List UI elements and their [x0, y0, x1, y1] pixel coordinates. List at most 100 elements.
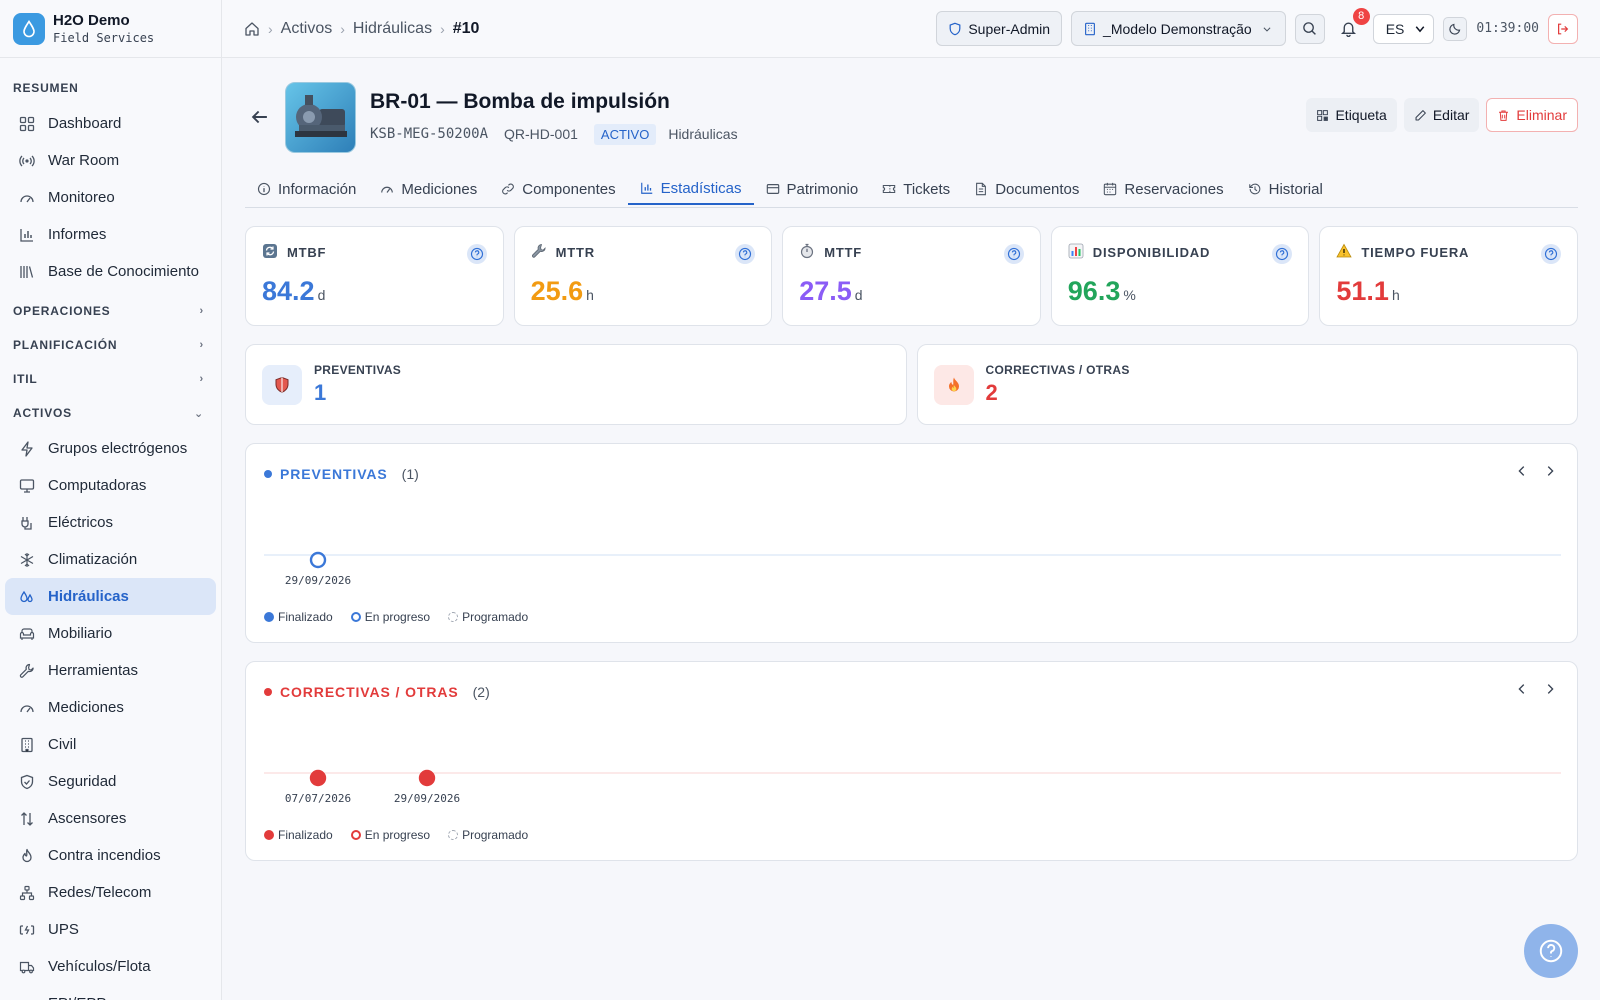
tab-informacion[interactable]: Información — [245, 173, 368, 205]
sidebar-item-ups[interactable]: UPS — [5, 911, 216, 948]
sidebar-item-informes[interactable]: Informes — [5, 216, 216, 253]
chevron-right-icon[interactable] — [1543, 682, 1557, 696]
section-itil[interactable]: ITIL › — [0, 362, 221, 396]
link-icon — [501, 182, 515, 196]
sidebar-item-herramientas[interactable]: Herramientas — [5, 652, 216, 689]
kpi-unit: % — [1123, 287, 1136, 303]
asset-photo — [285, 81, 356, 153]
section-planificacion[interactable]: PLANIFICACIÓN › — [0, 328, 221, 362]
fire-icon — [933, 364, 974, 405]
tab-historial[interactable]: Historial — [1236, 173, 1335, 205]
breadcrumb: › Activos › Hidráulicas › #10 — [244, 20, 479, 38]
section-activos[interactable]: ACTIVOS ⌄ — [0, 396, 221, 430]
sidebar-item-civil[interactable]: Civil — [5, 726, 216, 763]
section-operaciones[interactable]: OPERACIONES › — [0, 294, 221, 328]
chevron-left-icon[interactable] — [1515, 682, 1529, 696]
back-arrow-icon[interactable] — [249, 106, 271, 128]
sidebar-item-ascensores[interactable]: Ascensores — [5, 800, 216, 837]
tenant-selector[interactable]: _Modelo Demonstração — [1071, 11, 1286, 46]
bar-chart-icon — [1068, 243, 1084, 262]
label-button[interactable]: Etiqueta — [1306, 98, 1397, 132]
search-button[interactable] — [1294, 13, 1325, 44]
chevron-left-icon[interactable] — [1515, 464, 1529, 478]
sidebar-item-seguridad[interactable]: Seguridad — [5, 763, 216, 800]
language-select[interactable]: ES — [1372, 13, 1435, 44]
timeline-event-marker[interactable] — [309, 551, 327, 569]
home-icon[interactable] — [244, 21, 260, 37]
ring-dot-icon — [350, 830, 361, 840]
corrective-count-card: CORRECTIVAS / OTRAS 2 — [916, 344, 1578, 425]
timeline-preventivas: PREVENTIVAS (1) 29/09/2026 Finalizado En… — [245, 443, 1578, 643]
sidebar-item-vehiculos-flota[interactable]: Vehículos/Flota — [5, 948, 216, 985]
sidebar-item-mediciones[interactable]: Mediciones — [5, 689, 216, 726]
sidebar-item-hidraulicas[interactable]: Hidráulicas — [5, 578, 216, 615]
kpi-value-wrap: 96.3% — [1068, 276, 1293, 307]
sidebar-item-contra-incendios[interactable]: Contra incendios — [5, 837, 216, 874]
sidebar-item-climatizacion[interactable]: Climatización — [5, 541, 216, 578]
tab-documentos[interactable]: Documentos — [962, 173, 1091, 205]
help-icon[interactable] — [466, 244, 487, 264]
document-icon — [974, 182, 988, 196]
sidebar-item-label: Dashboard — [48, 115, 122, 132]
theme-toggle[interactable] — [1443, 16, 1468, 41]
sidebar-item-war-room[interactable]: War Room — [5, 142, 216, 179]
tab-mediciones[interactable]: Mediciones — [368, 173, 489, 205]
kpi-value: 27.5 — [799, 276, 852, 306]
help-icon[interactable] — [1003, 244, 1024, 264]
sidebar-item-label: Grupos electrógenos — [48, 440, 188, 457]
tab-tickets[interactable]: Tickets — [870, 173, 962, 205]
sidebar-item-monitoreo[interactable]: Monitoreo — [5, 179, 216, 216]
legend-programado: Programado — [448, 610, 528, 624]
flame-icon — [19, 848, 35, 864]
preventive-count-card: PREVENTIVAS 1 — [245, 344, 907, 425]
timeline-track: 29/09/2026 — [264, 551, 1561, 587]
tab-componentes[interactable]: Componentes — [489, 173, 627, 205]
help-icon[interactable] — [1540, 244, 1561, 264]
sidebar-item-label: Eléctricos — [48, 514, 114, 531]
timeline-count: (1) — [401, 466, 419, 482]
sidebar-item-label: Informes — [48, 226, 107, 243]
notifications-button[interactable]: 8 — [1334, 7, 1370, 44]
timeline-event-date: 29/09/2026 — [394, 792, 460, 805]
timeline-event-marker[interactable] — [418, 769, 436, 787]
help-button[interactable] — [1524, 924, 1578, 978]
breadcrumb-hidraulicas[interactable]: Hidráulicas — [353, 20, 432, 38]
breadcrumb-separator: › — [440, 20, 445, 37]
moon-icon — [1449, 23, 1461, 35]
sidebar-item-label: Redes/Telecom — [48, 884, 152, 901]
chevron-down-icon: ⌄ — [193, 407, 204, 420]
brand[interactable]: H2O Demo Field Services — [0, 0, 221, 58]
kpi-cards: MTBF 84.2 d MTTR 25.6 h MTTF 27.5 d DISP… — [245, 226, 1578, 326]
tab-reservaciones[interactable]: Reservaciones — [1091, 173, 1235, 205]
search-icon — [1303, 22, 1317, 35]
sidebar-item-label: Hidráulicas — [48, 588, 129, 605]
brand-name: H2O Demo — [53, 11, 130, 29]
sidebar-item-base-de-conocimiento[interactable]: Base de Conocimiento — [5, 253, 216, 290]
chevron-down-icon — [1263, 26, 1271, 32]
sidebar-item-redes-telecom[interactable]: Redes/Telecom — [5, 874, 216, 911]
droplet-logo-icon — [13, 12, 45, 45]
tab-patrimonio[interactable]: Patrimonio — [754, 173, 871, 205]
role-badge[interactable]: Super-Admin — [936, 11, 1063, 46]
sidebar-item-grupos-electrogenos[interactable]: Grupos electrógenos — [5, 430, 216, 467]
chevron-right-icon[interactable] — [1543, 464, 1557, 478]
chevron-right-icon: › — [199, 373, 204, 385]
sidebar-item-dashboard[interactable]: Dashboard — [5, 105, 216, 142]
sidebar-item-label: Climatización — [48, 551, 138, 568]
asset-model: KSB-MEG-50200A — [370, 126, 489, 142]
sidebar-item-epi-epp[interactable]: EPI/EPP — [5, 985, 216, 1000]
breadcrumb-separator: › — [340, 20, 345, 37]
maintenance-counts: PREVENTIVAS 1 CORRECTIVAS / OTRAS 2 — [245, 344, 1578, 425]
sidebar-item-mobiliario[interactable]: Mobiliario — [5, 615, 216, 652]
delete-button[interactable]: Eliminar — [1486, 98, 1578, 132]
tab-estadisticas[interactable]: Estadísticas — [627, 173, 754, 205]
preventive-count-value: 1 — [314, 380, 327, 405]
timeline-event-marker[interactable] — [309, 769, 327, 787]
breadcrumb-activos[interactable]: Activos — [281, 20, 333, 38]
logout-button[interactable] — [1548, 13, 1578, 44]
kpi-value: 96.3 — [1067, 276, 1121, 306]
asset-title: BR-01 — Bomba de impulsión — [370, 89, 670, 113]
sidebar-item-computadoras[interactable]: Computadoras — [5, 467, 216, 504]
sidebar-item-electricos[interactable]: Eléctricos — [5, 504, 216, 541]
edit-button[interactable]: Editar — [1403, 98, 1480, 132]
